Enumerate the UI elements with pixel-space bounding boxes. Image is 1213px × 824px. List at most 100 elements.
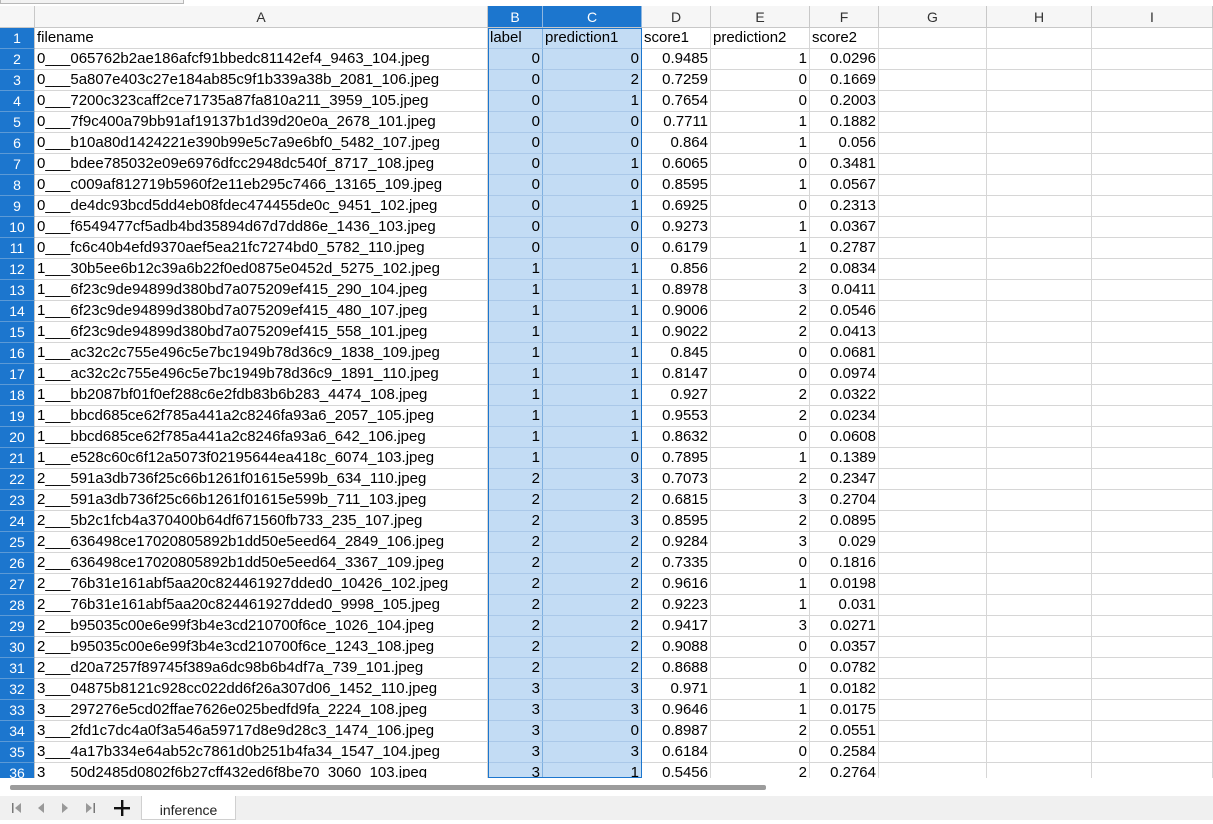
empty-cell[interactable]	[879, 385, 987, 406]
cell-prediction1[interactable]: 1	[543, 427, 642, 448]
cell-label[interactable]: 0	[488, 49, 543, 70]
cell-filename[interactable]: 2___76b31e161abf5aa20c824461927dded0_999…	[35, 595, 488, 616]
cell-score1[interactable]: 0.9223	[642, 595, 711, 616]
cell-filename[interactable]: 2___591a3db736f25c66b1261f01615e599b_711…	[35, 490, 488, 511]
empty-cell[interactable]	[987, 448, 1092, 469]
cell-score2[interactable]: 0.0782	[810, 658, 879, 679]
cell-prediction1[interactable]: 0	[543, 448, 642, 469]
empty-cell[interactable]	[1092, 742, 1213, 763]
row-number[interactable]: 19	[0, 406, 35, 427]
row-number[interactable]: 7	[0, 154, 35, 175]
row-number[interactable]: 20	[0, 427, 35, 448]
empty-cell[interactable]	[879, 343, 987, 364]
cell-filename[interactable]: 0___b10a80d1424221e390b99e5c7a9e6bf0_548…	[35, 133, 488, 154]
empty-cell[interactable]	[1092, 343, 1213, 364]
row-number[interactable]: 25	[0, 532, 35, 553]
empty-cell[interactable]	[1092, 280, 1213, 301]
row-number[interactable]: 6	[0, 133, 35, 154]
cell-label[interactable]: 0	[488, 154, 543, 175]
cell-prediction1[interactable]: 2	[543, 574, 642, 595]
cell-prediction2[interactable]: 1	[711, 112, 810, 133]
cell-prediction2[interactable]: 0	[711, 91, 810, 112]
cell-prediction2[interactable]: 0	[711, 196, 810, 217]
cell-prediction1[interactable]: 1	[543, 154, 642, 175]
column-header-c[interactable]: C	[543, 6, 642, 28]
empty-cell[interactable]	[879, 763, 987, 778]
column-header-b[interactable]: B	[488, 6, 543, 28]
cell-label[interactable]: 0	[488, 133, 543, 154]
cell-score1[interactable]: 0.9022	[642, 322, 711, 343]
cell-filename[interactable]: 1___e528c60c6f12a5073f02195644ea418c_607…	[35, 448, 488, 469]
row-number[interactable]: 34	[0, 721, 35, 742]
row-number[interactable]: 33	[0, 700, 35, 721]
cell-prediction2[interactable]: 2	[711, 406, 810, 427]
cell-score2[interactable]: 0.0681	[810, 343, 879, 364]
cell-prediction2[interactable]: 1	[711, 679, 810, 700]
empty-cell[interactable]	[879, 322, 987, 343]
horizontal-scrollbar[interactable]	[0, 780, 1213, 794]
cell-prediction1[interactable]: 1	[543, 364, 642, 385]
cell-prediction2[interactable]: 0	[711, 658, 810, 679]
cell-score2[interactable]: 0.2347	[810, 469, 879, 490]
cell-prediction2[interactable]: 3	[711, 280, 810, 301]
cell-prediction1[interactable]: 1	[543, 763, 642, 778]
cell-prediction2[interactable]: 2	[711, 301, 810, 322]
empty-cell[interactable]	[879, 280, 987, 301]
cell-score2[interactable]: 0.0296	[810, 49, 879, 70]
empty-cell[interactable]	[1092, 70, 1213, 91]
empty-cell[interactable]	[879, 616, 987, 637]
cell-score1[interactable]: 0.8595	[642, 175, 711, 196]
empty-cell[interactable]	[879, 28, 987, 49]
empty-cell[interactable]	[987, 112, 1092, 133]
cell-filename[interactable]: 1___30b5ee6b12c39a6b22f0ed0875e0452d_527…	[35, 259, 488, 280]
row-number[interactable]: 36	[0, 763, 35, 778]
empty-cell[interactable]	[987, 742, 1092, 763]
empty-cell[interactable]	[987, 280, 1092, 301]
cell-label[interactable]: 1	[488, 259, 543, 280]
row-number[interactable]: 5	[0, 112, 35, 133]
cell-score1[interactable]: 0.845	[642, 343, 711, 364]
row-number[interactable]: 26	[0, 553, 35, 574]
empty-cell[interactable]	[987, 532, 1092, 553]
empty-cell[interactable]	[879, 742, 987, 763]
cell-prediction2[interactable]: 2	[711, 511, 810, 532]
cell-score2[interactable]: 0.1816	[810, 553, 879, 574]
empty-cell[interactable]	[1092, 238, 1213, 259]
cell-filename[interactable]: 0___c009af812719b5960f2e11eb295c7466_131…	[35, 175, 488, 196]
row-number[interactable]: 10	[0, 217, 35, 238]
empty-cell[interactable]	[1092, 259, 1213, 280]
empty-cell[interactable]	[987, 406, 1092, 427]
empty-cell[interactable]	[879, 154, 987, 175]
cell-label[interactable]: 3	[488, 700, 543, 721]
empty-cell[interactable]	[1092, 133, 1213, 154]
empty-cell[interactable]	[987, 763, 1092, 778]
row-number[interactable]: 21	[0, 448, 35, 469]
row-number[interactable]: 17	[0, 364, 35, 385]
empty-cell[interactable]	[1092, 217, 1213, 238]
cell-score1[interactable]: 0.7895	[642, 448, 711, 469]
empty-cell[interactable]	[1092, 406, 1213, 427]
cell-prediction1[interactable]: 1	[543, 385, 642, 406]
cell-prediction1[interactable]: 0	[543, 217, 642, 238]
cell-filename[interactable]: 1___bbcd685ce62f785a441a2c8246fa93a6_205…	[35, 406, 488, 427]
cell-filename[interactable]: 0___7200c323caff2ce71735a87fa810a211_395…	[35, 91, 488, 112]
empty-cell[interactable]	[879, 91, 987, 112]
cell-score1[interactable]: 0.7335	[642, 553, 711, 574]
row-number[interactable]: 31	[0, 658, 35, 679]
cell-score2[interactable]: 0.2787	[810, 238, 879, 259]
cell-label[interactable]: 0	[488, 112, 543, 133]
empty-cell[interactable]	[987, 469, 1092, 490]
empty-cell[interactable]	[987, 679, 1092, 700]
empty-cell[interactable]	[987, 154, 1092, 175]
cell-score1[interactable]: 0.8978	[642, 280, 711, 301]
empty-cell[interactable]	[879, 196, 987, 217]
cell-filename[interactable]: 0___5a807e403c27e184ab85c9f1b339a38b_208…	[35, 70, 488, 91]
row-number[interactable]: 22	[0, 469, 35, 490]
cell-prediction2[interactable]: 3	[711, 490, 810, 511]
empty-cell[interactable]	[1092, 700, 1213, 721]
empty-cell[interactable]	[1092, 196, 1213, 217]
empty-cell[interactable]	[987, 133, 1092, 154]
cell-prediction2[interactable]: 1	[711, 133, 810, 154]
column-header-g[interactable]: G	[879, 6, 987, 28]
empty-cell[interactable]	[987, 721, 1092, 742]
